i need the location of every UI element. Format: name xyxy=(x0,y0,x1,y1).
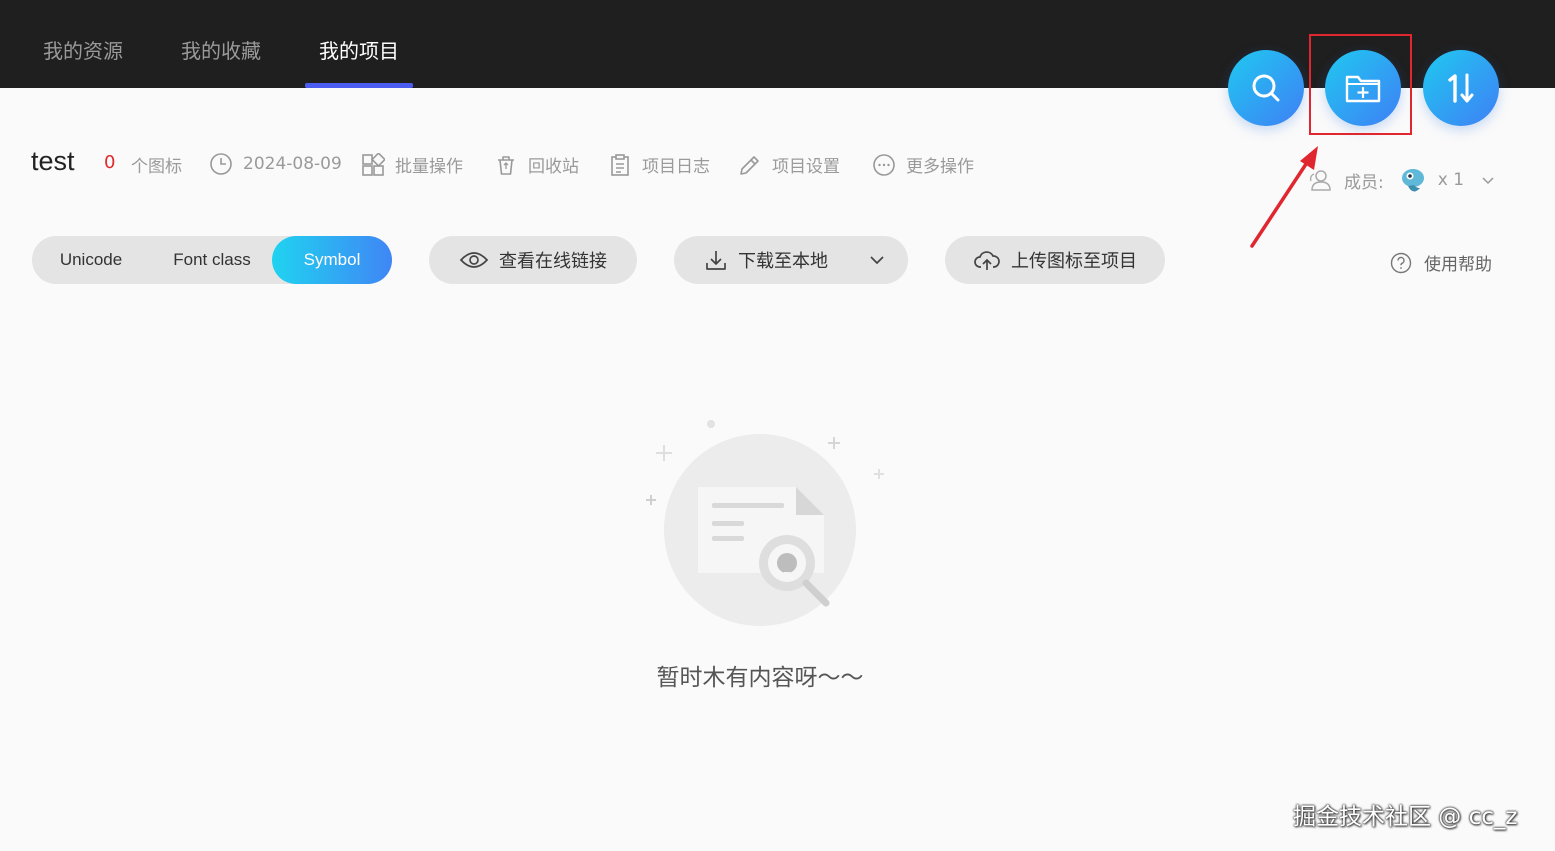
watermark: 掘金技术社区 @ cc_z xyxy=(1293,804,1518,830)
format-unicode[interactable]: Unicode xyxy=(32,236,150,284)
clipboard-icon xyxy=(611,153,629,176)
sort-button[interactable] xyxy=(1423,50,1499,126)
download-label: 下载至本地 xyxy=(738,251,828,272)
project-date-text: 2024-08-09 xyxy=(243,154,342,174)
project-title: test xyxy=(31,146,75,176)
chevron-down-icon xyxy=(870,256,884,265)
tab-my-projects[interactable]: 我的项目 xyxy=(316,0,402,88)
pencil-icon xyxy=(740,155,759,175)
batch-operations-label: 批量操作 xyxy=(395,157,463,177)
view-online-link-button[interactable]: 查看在线链接 xyxy=(429,236,637,284)
members-section[interactable]: 成员: x 1 xyxy=(1308,164,1496,196)
chevron-down-icon[interactable] xyxy=(1480,174,1496,186)
recycle-bin-button[interactable]: 回收站 xyxy=(494,152,579,177)
more-icon xyxy=(873,153,895,176)
members-count: x 1 xyxy=(1437,170,1465,190)
help-label: 使用帮助 xyxy=(1424,255,1492,275)
upload-icons-label: 上传图标至项目 xyxy=(1011,251,1137,272)
project-date: 2024-08-09 xyxy=(209,152,342,176)
help-link[interactable]: 使用帮助 xyxy=(1390,250,1492,275)
icon-count-unit-label: 个图标 xyxy=(131,157,182,177)
project-log-button[interactable]: 项目日志 xyxy=(608,152,710,177)
avatar xyxy=(1401,169,1424,192)
recycle-bin-label: 回收站 xyxy=(528,157,579,177)
format-font-class[interactable]: Font class xyxy=(154,236,270,284)
project-settings-label: 项目设置 xyxy=(772,157,840,177)
clock-icon xyxy=(210,153,232,175)
cloud-upload-icon xyxy=(974,251,1000,270)
eye-icon xyxy=(459,252,489,268)
download-icon xyxy=(706,251,726,270)
sort-icon xyxy=(1448,73,1474,103)
help-circle-icon xyxy=(1390,252,1412,273)
annotation-arrow xyxy=(1250,146,1318,248)
format-selector: Unicode Font class Symbol xyxy=(32,236,392,284)
grid-icon xyxy=(362,152,385,176)
more-actions-button[interactable]: 更多操作 xyxy=(872,152,974,177)
format-symbol[interactable]: Symbol xyxy=(272,236,392,284)
empty-state-message: 暂时木有内容呀～～ xyxy=(656,665,864,691)
icon-count: 0 xyxy=(104,152,116,173)
batch-operations-button[interactable]: 批量操作 xyxy=(361,152,463,177)
search-icon xyxy=(1252,74,1280,102)
annotation-highlight-box xyxy=(1309,34,1412,135)
search-button[interactable] xyxy=(1228,50,1304,126)
upload-icons-button[interactable]: 上传图标至项目 xyxy=(945,236,1165,284)
active-tab-indicator xyxy=(305,83,413,88)
more-actions-label: 更多操作 xyxy=(906,157,974,177)
empty-state-illustration xyxy=(646,420,884,626)
project-settings-button[interactable]: 项目设置 xyxy=(738,152,840,177)
view-online-link-label: 查看在线链接 xyxy=(499,251,607,272)
trash-icon xyxy=(498,155,514,175)
tab-my-favorites[interactable]: 我的收藏 xyxy=(178,0,264,88)
project-log-label: 项目日志 xyxy=(642,157,710,177)
tab-my-resources[interactable]: 我的资源 xyxy=(40,0,126,88)
icon-count-unit: 个图标 xyxy=(131,152,182,177)
members-label: 成员: xyxy=(1344,172,1384,193)
download-button[interactable]: 下载至本地 xyxy=(674,236,908,284)
members-icon xyxy=(1309,170,1331,191)
